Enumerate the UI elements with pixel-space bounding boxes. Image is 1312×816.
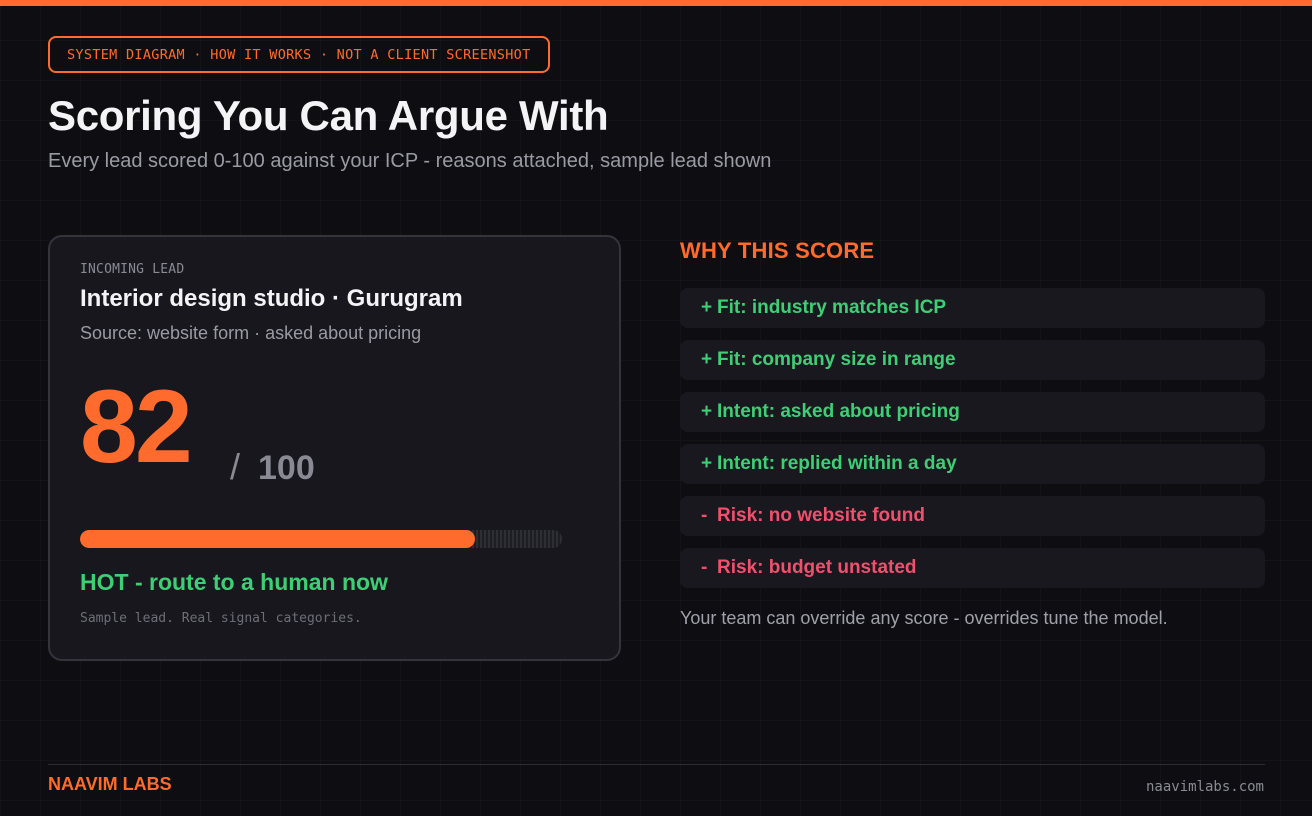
reason-sign: + [701,297,713,318]
score-separator: / [230,446,241,487]
reason-sign: + [701,401,713,422]
score-progress-fill [80,530,476,548]
reason-item: - Risk: no website found [680,496,1265,536]
reason-item: + Intent: asked about pricing [680,392,1265,432]
override-note: Your team can override any score - overr… [680,608,1168,628]
sample-note: Sample lead. Real signal categories. [80,611,362,626]
lead-card: INCOMING LEAD Interior design studio · G… [48,235,621,661]
reason-item: - Risk: budget unstated [680,548,1265,588]
score-value: 82 [80,369,193,485]
reason-item: + Fit: industry matches ICP [680,288,1265,328]
footer-divider [48,764,1265,765]
lead-eyebrow: INCOMING LEAD [80,262,185,277]
reason-text: Intent: asked about pricing [717,401,960,422]
why-score-heading: WHY THIS SCORE [680,238,875,263]
score-max: 100 [258,449,315,487]
reason-item: + Fit: company size in range [680,340,1265,380]
reason-sign: + [701,349,713,370]
reason-sign: - [701,505,708,526]
reason-text: Intent: replied within a day [717,453,957,474]
reason-text: Risk: no website found [717,505,925,526]
footer-url: naavimlabs.com [1145,779,1264,795]
reason-text: Fit: industry matches ICP [717,297,947,318]
score-progress-bar [80,530,562,548]
lead-name: Interior design studio · Gurugram [80,285,463,312]
diagram-tag: SYSTEM DIAGRAM · HOW IT WORKS · NOT A CL… [48,36,550,73]
page-subtitle: Every lead scored 0-100 against your ICP… [48,150,772,172]
reason-sign: + [701,453,713,474]
lead-verdict: HOT - route to a human now [80,569,388,595]
top-accent-bar [0,0,1312,6]
reason-sign: - [701,557,708,578]
reason-item: + Intent: replied within a day [680,444,1265,484]
page-title: Scoring You Can Argue With [48,92,609,139]
lead-source: Source: website form · asked about prici… [80,323,422,343]
reason-text: Fit: company size in range [717,349,956,370]
footer-brand: NAAVIM LABS [48,774,172,794]
reason-list: + Fit: industry matches ICP + Fit: compa… [680,288,1265,600]
reason-text: Risk: budget unstated [717,557,917,578]
